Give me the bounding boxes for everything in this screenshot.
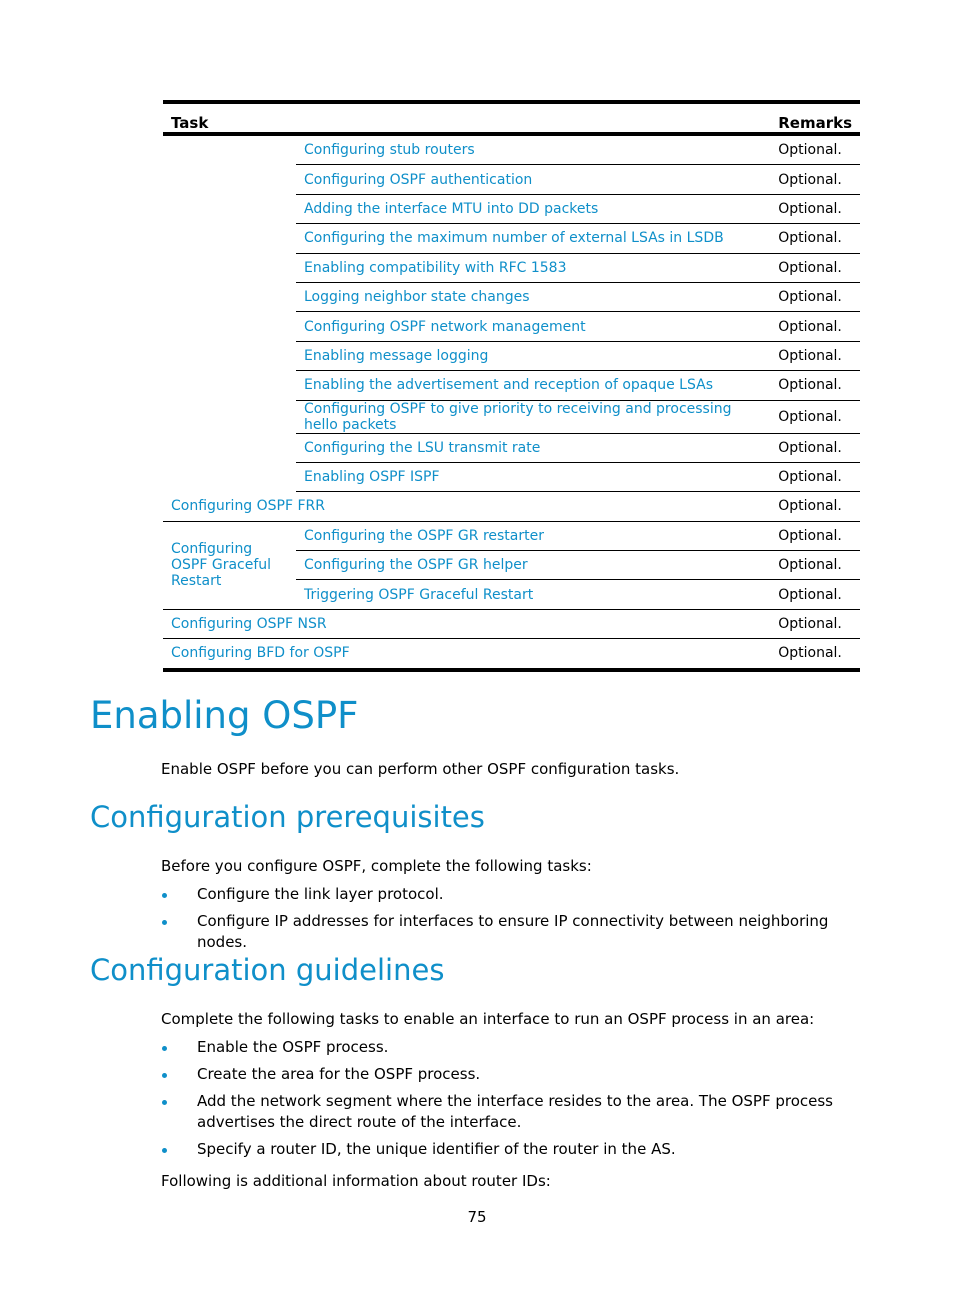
list-item-text: Specify a router ID, the unique identifi…	[197, 1140, 676, 1158]
remark: Optional.	[770, 579, 860, 610]
remark: Optional.	[770, 164, 860, 195]
list-item: Specify a router ID, the unique identifi…	[161, 1139, 866, 1160]
group-cell-empty	[163, 134, 296, 492]
task-link[interactable]: Enabling OSPF ISPF	[304, 469, 440, 485]
remark: Optional.	[770, 491, 860, 522]
prerequisites-list: Configure the link layer protocol. Confi…	[161, 884, 866, 959]
paragraph: Enable OSPF before you can perform other…	[161, 760, 680, 778]
task-link[interactable]: Enabling compatibility with RFC 1583	[304, 260, 567, 276]
task-link[interactable]: Configuring OSPF network management	[304, 319, 586, 335]
list-item-text: Enable the OSPF process.	[197, 1038, 389, 1056]
remark: Optional.	[770, 341, 860, 372]
task-link-graceful-restart[interactable]: Configuring OSPF Graceful Restart	[171, 541, 271, 589]
task-link[interactable]: Enabling message logging	[304, 348, 488, 364]
task-link[interactable]: Triggering OSPF Graceful Restart	[304, 587, 533, 603]
bullet-icon	[162, 1100, 167, 1105]
paragraph: Following is additional information abou…	[161, 1172, 551, 1190]
task-link-frr[interactable]: Configuring OSPF FRR	[171, 498, 325, 514]
remark: Optional.	[770, 194, 860, 225]
task-link[interactable]: Configuring OSPF authentication	[304, 172, 532, 188]
remark: Optional.	[770, 134, 860, 166]
list-item: Configure IP addresses for interfaces to…	[161, 911, 866, 953]
heading-prerequisites: Configuration prerequisites	[90, 800, 485, 834]
list-item-text: Configure the link layer protocol.	[197, 885, 444, 903]
task-link[interactable]: Adding the interface MTU into DD packets	[304, 201, 598, 217]
bullet-icon	[162, 1148, 167, 1153]
task-link[interactable]: Configuring OSPF to give priority to rec…	[304, 401, 732, 433]
table-row: Configuring OSPF Graceful Restart Config…	[163, 521, 860, 610]
remark: Optional.	[770, 462, 860, 493]
remark: Optional.	[770, 521, 860, 552]
table-row: Configuring BFD for OSPF Optional.	[163, 638, 860, 672]
table-row: Configuring OSPF NSR Optional.	[163, 609, 860, 640]
list-item-text: Add the network segment where the interf…	[197, 1092, 833, 1131]
task-link-nsr[interactable]: Configuring OSPF NSR	[171, 616, 327, 632]
remark: Optional.	[770, 550, 860, 581]
bullet-icon	[162, 1046, 167, 1051]
task-link-bfd[interactable]: Configuring BFD for OSPF	[171, 645, 350, 661]
guidelines-list: Enable the OSPF process. Create the area…	[161, 1037, 866, 1166]
remark: Optional.	[770, 370, 860, 401]
remark: Optional.	[770, 223, 860, 254]
remark: Optional.	[770, 253, 860, 283]
task-link[interactable]: Configuring the LSU transmit rate	[304, 440, 540, 456]
task-link[interactable]: Logging neighbor state changes	[304, 289, 530, 305]
remark: Optional.	[770, 609, 860, 640]
bullet-icon	[162, 1073, 167, 1078]
remark: Optional.	[770, 282, 860, 313]
heading-enabling-ospf: Enabling OSPF	[90, 694, 359, 737]
list-item: Enable the OSPF process.	[161, 1037, 866, 1058]
header-task: Task	[163, 102, 771, 136]
page-number: 75	[467, 1208, 487, 1226]
list-item-text: Configure IP addresses for interfaces to…	[197, 912, 829, 951]
bullet-icon	[162, 920, 167, 925]
list-item: Configure the link layer protocol.	[161, 884, 866, 905]
task-table: Task Remarks Configuring stub routers Op…	[163, 100, 860, 672]
remark: Optional.	[770, 311, 860, 342]
table-header-row: Task Remarks	[163, 102, 860, 136]
remark: Optional.	[770, 400, 860, 434]
task-link[interactable]: Configuring the OSPF GR restarter	[304, 528, 544, 544]
paragraph: Complete the following tasks to enable a…	[161, 1010, 815, 1028]
list-item: Add the network segment where the interf…	[161, 1091, 866, 1133]
list-item: Create the area for the OSPF process.	[161, 1064, 866, 1085]
table-row: Configuring OSPF FRR Optional.	[163, 491, 860, 522]
task-link[interactable]: Configuring the maximum number of extern…	[304, 230, 724, 246]
task-link[interactable]: Configuring stub routers	[304, 142, 475, 158]
remark: Optional.	[770, 433, 860, 463]
header-remarks: Remarks	[770, 102, 860, 136]
remark: Optional.	[770, 638, 860, 672]
task-link[interactable]: Enabling the advertisement and reception…	[304, 377, 713, 393]
table-row: Configuring stub routers Optional.	[163, 134, 860, 166]
task-link[interactable]: Configuring the OSPF GR helper	[304, 557, 528, 573]
heading-guidelines: Configuration guidelines	[90, 953, 445, 987]
bullet-icon	[162, 893, 167, 898]
list-item-text: Create the area for the OSPF process.	[197, 1065, 481, 1083]
paragraph: Before you configure OSPF, complete the …	[161, 857, 592, 875]
